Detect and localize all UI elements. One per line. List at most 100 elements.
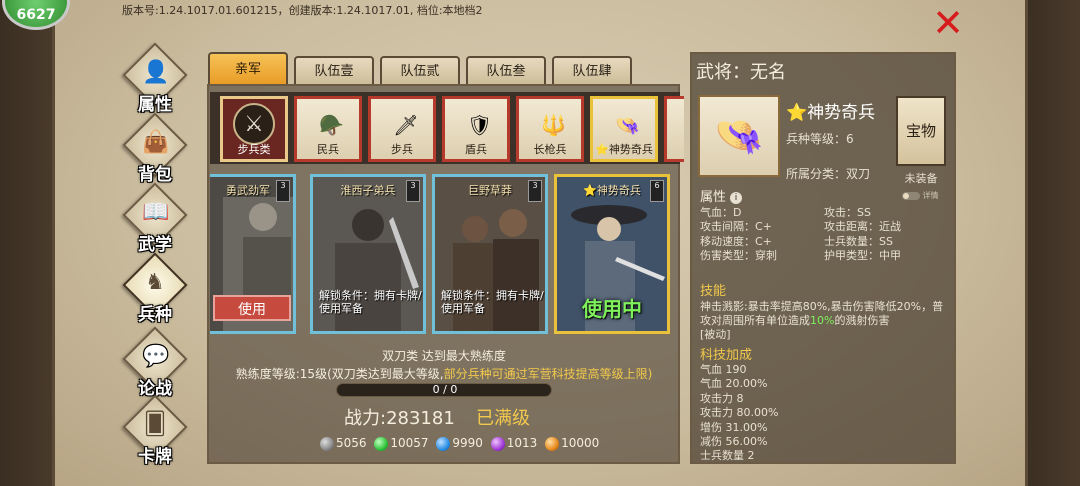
card-rank: 3 <box>406 180 420 202</box>
shield-icon: 🛡 <box>467 113 493 137</box>
purple-gem-icon <box>490 436 505 451</box>
soldier-card[interactable]: 淮西子弟兵 3 解锁条件：拥有卡牌/使用军备 <box>310 174 426 334</box>
person-icon: 👤 <box>142 60 170 85</box>
unit-type-label: 长枪兵 <box>533 143 567 156</box>
tech-item: 士兵数量 2 <box>700 449 755 462</box>
attributes-grid: 气血：D 攻击：SS 攻击间隔：C+ 攻击距离：近战 移动速度：C+ 士兵数量：SS … <box>700 206 948 264</box>
proficiency-title: 双刀类 达到最大熟练度 <box>382 349 506 363</box>
tech-header: 科技加成 <box>700 348 753 363</box>
straw-hat-icon: 👒 <box>714 113 764 159</box>
chat-icon: 💬 <box>142 344 170 369</box>
unit-type-spear[interactable]: 🔱 长枪兵 <box>516 96 584 162</box>
attributes-header: 属性 i <box>700 186 743 205</box>
gray-gem-icon <box>320 436 334 451</box>
attribute-row: 移动速度：C+ 士兵数量：SS <box>700 235 948 249</box>
skill-description: 神击溅影:暴击率提高80%,暴击伤害降低20%，普攻对周围所有单位造成10%的溅… <box>700 300 948 342</box>
soldier-card[interactable]: 勇武劲军 3 使用 <box>210 174 296 334</box>
attribute: 移动速度：C+ <box>700 234 772 248</box>
tab-team-2[interactable]: 队伍贰 <box>380 56 460 86</box>
attribute: 攻击间隔：C+ <box>700 220 772 234</box>
sword-icon: ⚔ <box>233 103 275 145</box>
maxed-label: 已满级 <box>476 408 530 429</box>
soldier-card[interactable]: ⭐神势奇兵 6 使用中 <box>554 174 670 334</box>
nav-label: 属性 <box>138 95 172 115</box>
currency-value: 10057 <box>390 436 429 450</box>
attribute: 护甲类型：中甲 <box>824 249 901 263</box>
nav-attributes[interactable]: 👤 属性 <box>120 42 190 116</box>
blue-gem-icon <box>436 436 451 451</box>
attribute-row: 气血：D 攻击：SS <box>700 206 948 220</box>
unit-type-label: 盾兵 <box>465 143 487 156</box>
version-info: 版本号:1.24.1017.01.601215，创建版本:1.24.1017.0… <box>122 4 483 17</box>
attribute: 气血：D <box>700 206 742 219</box>
unit-type-row: ⚔ 步兵类 🪖 民兵 🗡 步兵 🛡 盾兵 🔱 长枪兵 👒 ⭐神势奇兵 <box>210 92 684 164</box>
unit-name: ⭐神势奇兵 <box>786 103 876 123</box>
nav-label: 卡牌 <box>138 447 172 467</box>
recommend-tag <box>653 96 657 98</box>
tech-item: 减伤 56.00% <box>700 435 768 449</box>
unit-type-label: 步兵 <box>391 143 413 156</box>
attribute: 士兵数量：SS <box>824 234 893 248</box>
unit-type-partial[interactable] <box>664 96 684 162</box>
treasure-button[interactable]: 宝物 <box>896 96 946 166</box>
attribute: 攻击：SS <box>824 206 871 219</box>
unit-type-divine-troop[interactable]: 👒 ⭐神势奇兵 <box>590 96 658 162</box>
unlock-condition: 解锁条件：拥有卡牌/使用军备 <box>319 289 422 315</box>
attribute: 攻击距离：近战 <box>824 220 901 234</box>
nav-debate[interactable]: 💬 论战 <box>120 326 190 400</box>
unit-level: 兵种等级：6 <box>786 132 854 146</box>
horse-icon: ♞ <box>145 270 165 295</box>
unit-type-shield[interactable]: 🛡 盾兵 <box>442 96 510 162</box>
unit-portrait: 👒 <box>698 95 780 177</box>
skill-section[interactable]: 技能 神击溅影:暴击率提高80%,暴击伤害降低20%，普攻对周围所有单位造成10… <box>696 276 950 462</box>
tab-team-4[interactable]: 队伍肆 <box>552 56 632 86</box>
tech-item: 气血 20.00% <box>700 377 768 391</box>
nav-label: 武学 <box>138 235 172 255</box>
attributes-title: 属性 <box>700 190 727 205</box>
combat-power: 战力:283181 <box>344 408 455 429</box>
skill-desc-text: 的溅射伤害 <box>834 314 890 327</box>
use-button[interactable]: 使用 <box>213 295 291 321</box>
card-rank: 6 <box>650 180 664 202</box>
tab-guard[interactable]: 亲军 <box>208 52 288 86</box>
unlock-condition: 解锁条件：拥有卡牌/使用军备 <box>441 289 544 315</box>
card-rank: 3 <box>528 180 542 202</box>
nav-backpack[interactable]: 👜 背包 <box>120 112 190 186</box>
proficiency-info: 双刀类 达到最大熟练度 熟练度等级:15级(双刀类达到最大等级,部分兵种可通过军… <box>210 344 678 462</box>
soldier-card[interactable]: 巨野草莽 3 解锁条件：拥有卡牌/使用军备 <box>432 174 548 334</box>
soldier-cards: 勇武劲军 3 使用 淮西子弟兵 3 解锁条件：拥有卡牌/使用军备 巨野草莽 3 … <box>210 170 678 340</box>
tab-team-3[interactable]: 队伍叁 <box>466 56 546 86</box>
currency-value: 1013 <box>506 436 538 450</box>
general-title: 武将：无名 <box>696 62 786 83</box>
skill-desc-pct: 10% <box>810 314 835 327</box>
unit-type-infantry[interactable]: 🗡 步兵 <box>368 96 436 162</box>
proficiency-progress-bar: 0 / 0 <box>336 383 552 397</box>
nav-label: 兵种 <box>138 305 172 325</box>
currency-gray: 5056 <box>320 436 367 451</box>
tab-team-1[interactable]: 队伍壹 <box>294 56 374 86</box>
nav-martial[interactable]: 📖 武学 <box>120 182 190 256</box>
currency-value: 5056 <box>336 436 367 450</box>
proficiency-level: 熟练度等级:15级(双刀类达到最大等级,部分兵种可通过军营科技提高等级上限) <box>210 365 678 382</box>
attribute-row: 攻击间隔：C+ 攻击距离：近战 <box>700 220 948 234</box>
bag-icon: 👜 <box>142 130 170 155</box>
info-icon[interactable]: i <box>730 191 743 204</box>
in-use-label: 使用中 <box>582 297 642 321</box>
unit-type-label: ⭐神势奇兵 <box>595 143 653 156</box>
unit-type-infantry-class[interactable]: ⚔ 步兵类 <box>220 96 288 162</box>
close-icon[interactable]: ✕ <box>930 4 966 42</box>
nav-cards[interactable]: 🂠 卡牌 <box>120 394 190 468</box>
currency-purple: 1013 <box>490 436 538 451</box>
spear-icon: 🔱 <box>541 113 566 137</box>
currency-value: 10000 <box>561 436 600 450</box>
skill-passive: [被动] <box>700 328 731 341</box>
currency-blue: 9990 <box>436 436 483 451</box>
unit-type-militia[interactable]: 🪖 民兵 <box>294 96 362 162</box>
currency-value: 9990 <box>452 436 483 450</box>
attribute: 伤害类型：穿刺 <box>700 249 777 263</box>
tech-item: 气血 190 <box>700 363 747 376</box>
tech-item: 攻击力 8 <box>700 391 744 405</box>
militia-icon: 🪖 <box>319 113 344 137</box>
nav-troops[interactable]: ♞ 兵种 <box>120 252 190 326</box>
attributes-section: 属性 i 气血：D 攻击：SS 攻击间隔：C+ 攻击距离：近战 移动速度：C+ 士兵数量… <box>696 182 950 272</box>
